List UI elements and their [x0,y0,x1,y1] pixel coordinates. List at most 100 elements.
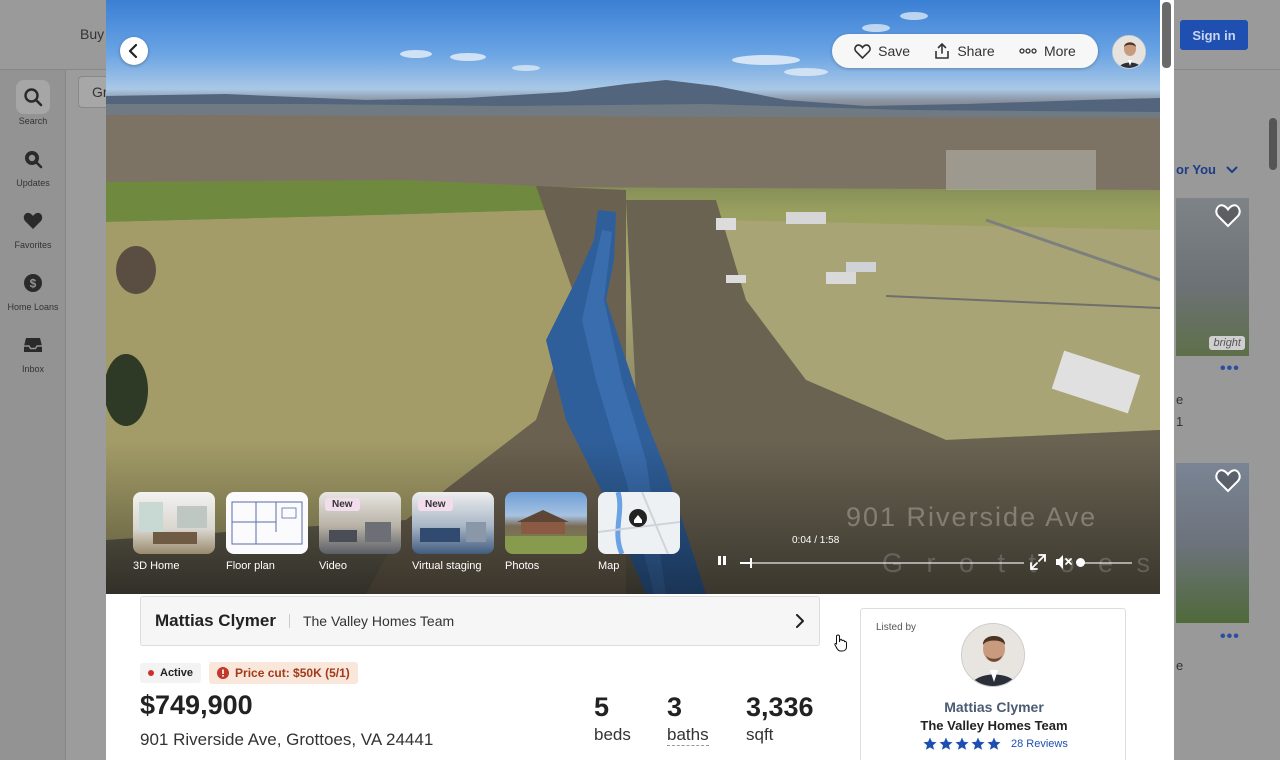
for-you-dropdown[interactable]: or You [1176,162,1238,177]
volume-knob[interactable] [1076,558,1085,567]
thumb-image [505,492,587,554]
share-button[interactable]: Share [934,43,995,59]
baths-value: 3 [667,692,683,722]
star-icon [939,737,953,750]
heart-icon [23,212,43,229]
svg-text:$: $ [30,277,37,291]
inbox-icon [24,338,42,352]
video-watermark: 901 Riverside Ave [846,502,1098,532]
reviews-link[interactable]: 28 Reviews [1011,738,1068,750]
listed-agent-team: The Valley Homes Team [920,718,1068,733]
thumb-label: Photos [505,560,540,572]
heart-outline-icon[interactable] [1215,204,1241,228]
thumb-image [133,492,215,554]
save-button[interactable]: Save [854,43,910,59]
thumb-video[interactable]: New Video [319,492,401,572]
listing-address: 901 Riverside Ave, Grottoes, VA 24441 [140,730,434,749]
updates-icon [25,151,43,169]
star-icon [955,737,969,750]
video-time: 0:04 / 1:58 [792,535,840,546]
chevron-down-icon [1225,166,1238,174]
more-label: More [1043,43,1076,59]
thumb-label: Video [319,560,347,572]
beds-value: 5 [594,692,610,722]
status-badge: Active [140,663,202,683]
dollar-icon: $ [24,274,42,292]
listed-agent-name[interactable]: Mattias Clymer [861,699,1127,715]
thumb-photos[interactable]: Photos [505,492,587,572]
status-label: Active [160,667,194,679]
page-scrollbar[interactable] [1269,118,1277,170]
thumb-image [598,492,680,554]
price-cut-label: Price cut: $50K (5/1) [235,666,350,680]
baths-label[interactable]: baths [667,725,709,746]
share-label: Share [957,43,995,59]
beds-label: beds [594,725,631,744]
volume-slider[interactable] [1076,558,1132,567]
chevron-left-icon [128,44,138,58]
sidebar-item-inbox[interactable]: Inbox [0,328,66,374]
listing-modal: 901 Riverside Ave G r o t t o e s Save S… [106,0,1174,760]
fullscreen-icon[interactable] [1030,554,1046,570]
pause-icon [718,556,721,565]
card-text: e [1176,658,1184,673]
card-more-icon[interactable]: ••• [1220,360,1240,378]
star-icon [923,737,937,750]
price-cut-badge: Price cut: $50K (5/1) [209,662,358,684]
sidebar-item-label: Home Loans [7,302,59,312]
sidebar-item-search[interactable]: Search [0,80,66,126]
share-icon [935,43,950,59]
thumb-label: Virtual staging [412,560,482,572]
thumb-virtual-staging[interactable]: New Virtual staging [412,492,494,572]
thumb-label: Floor plan [226,560,275,572]
thumb-image: New [412,492,494,554]
thumb-map[interactable]: Map [598,492,680,572]
sidebar-item-label: Search [18,116,48,126]
beds-stat: 5 beds [594,692,631,745]
card-more-icon[interactable]: ••• [1220,628,1240,646]
star-icon [971,737,985,750]
thumb-image [226,492,308,554]
for-you-label: or You [1176,162,1216,177]
modal-scrollbar[interactable] [1162,2,1171,68]
nav-buy[interactable]: Buy [80,26,104,42]
pause-button[interactable] [718,556,728,568]
heart-outline-icon[interactable] [1215,469,1241,493]
sidebar: Search Updates Favorites $ Home Loans In… [0,70,66,760]
heart-outline-icon [854,43,871,59]
agent-avatar-button[interactable] [1112,35,1146,69]
sign-in-button[interactable]: Sign in [1180,20,1248,50]
more-button[interactable]: More [1019,43,1076,59]
result-card-image[interactable] [1176,463,1249,623]
video-progress-fill [740,562,750,564]
thumb-label: Map [598,560,620,572]
card-text: e [1176,392,1184,407]
sidebar-item-updates[interactable]: Updates [0,142,66,188]
background-map [66,70,107,760]
agent-team: The Valley Homes Team [302,613,455,629]
agent-row[interactable]: Mattias Clymer The Valley Homes Team [140,596,820,646]
video-progress-bar[interactable] [740,558,1024,568]
sidebar-item-favorites[interactable]: Favorites [0,204,66,250]
divider [288,614,290,628]
sqft-stat: 3,336 sqft [746,692,814,745]
thumb-3d-home[interactable]: 3D Home [133,492,215,572]
sqft-label: sqft [746,725,774,744]
agent-name: Mattias Clymer [155,611,276,630]
star-icon [987,737,1001,750]
alert-icon [217,667,230,679]
baths-stat[interactable]: 3 baths [667,692,709,746]
more-horizontal-icon [1019,48,1037,54]
thumb-label: 3D Home [133,560,180,572]
listing-status: Active Price cut: $50K (5/1) [140,662,358,684]
result-card-image[interactable]: bright [1176,198,1249,356]
mute-icon[interactable] [1055,554,1073,570]
listing-actions: Save Share More [832,34,1098,68]
sidebar-item-home-loans[interactable]: $ Home Loans [0,266,66,312]
video-progress-handle[interactable] [749,558,752,568]
thumb-floor-plan[interactable]: Floor plan [226,492,308,572]
back-button[interactable] [120,37,148,65]
avatar[interactable] [961,623,1025,687]
save-label: Save [878,43,911,59]
listing-price: $749,900 [140,690,253,720]
